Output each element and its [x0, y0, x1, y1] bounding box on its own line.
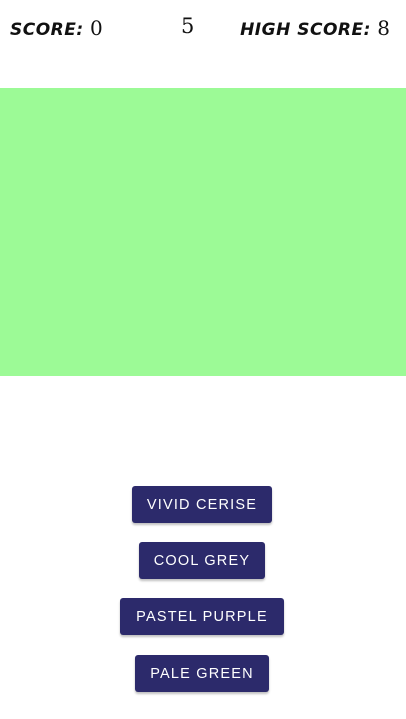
answer-button-pale-green[interactable]: PALE GREEN — [135, 655, 269, 692]
score-display: SCORE: 0 — [10, 14, 103, 42]
high-score-label: HIGH SCORE: — [240, 20, 371, 40]
answer-button-cool-grey[interactable]: COOL GREY — [139, 542, 265, 579]
answer-button-pastel-purple[interactable]: PASTEL PURPLE — [120, 598, 284, 635]
high-score-value: 8 — [377, 16, 390, 40]
high-score-display: HIGH SCORE: 8 — [240, 14, 390, 42]
score-label: SCORE: — [10, 20, 84, 40]
score-value: 0 — [90, 16, 103, 40]
countdown-timer: 5 — [181, 14, 195, 38]
answer-button-vivid-cerise[interactable]: VIVID CERISE — [132, 486, 272, 523]
color-swatch — [0, 88, 406, 376]
